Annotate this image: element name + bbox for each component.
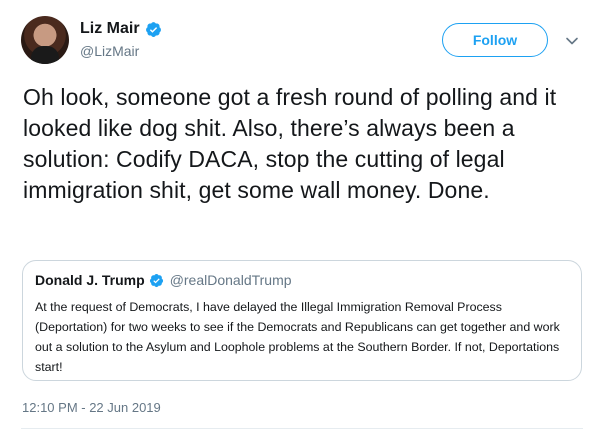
divider bbox=[21, 428, 583, 429]
verified-badge-icon bbox=[145, 21, 161, 37]
verified-badge-icon bbox=[149, 273, 163, 287]
quoted-tweet-card[interactable]: Donald J. Trump @realDonaldTrump At the … bbox=[22, 260, 582, 381]
author-display-name[interactable]: Liz Mair bbox=[80, 20, 140, 38]
chevron-down-icon[interactable] bbox=[565, 34, 579, 48]
tweet-timestamp[interactable]: 12:10 PM - 22 Jun 2019 bbox=[22, 400, 161, 415]
avatar[interactable] bbox=[21, 16, 69, 64]
follow-button[interactable]: Follow bbox=[442, 23, 548, 57]
tweet-header: Liz Mair @LizMair Follow bbox=[21, 16, 586, 68]
tweet-card: Liz Mair @LizMair Follow Oh look, someon… bbox=[0, 0, 603, 434]
author-block[interactable]: Liz Mair @LizMair bbox=[80, 20, 162, 59]
author-handle[interactable]: @LizMair bbox=[80, 43, 162, 59]
quoted-author-display-name: Donald J. Trump bbox=[35, 272, 145, 288]
tweet-text: Oh look, someone got a fresh round of po… bbox=[23, 84, 557, 203]
quoted-author-handle: @realDonaldTrump bbox=[169, 272, 292, 288]
author-name-row: Liz Mair bbox=[80, 20, 162, 38]
quoted-tweet-header: Donald J. Trump @realDonaldTrump bbox=[35, 272, 292, 288]
quoted-tweet-text: At the request of Democrats, I have dela… bbox=[35, 300, 560, 374]
